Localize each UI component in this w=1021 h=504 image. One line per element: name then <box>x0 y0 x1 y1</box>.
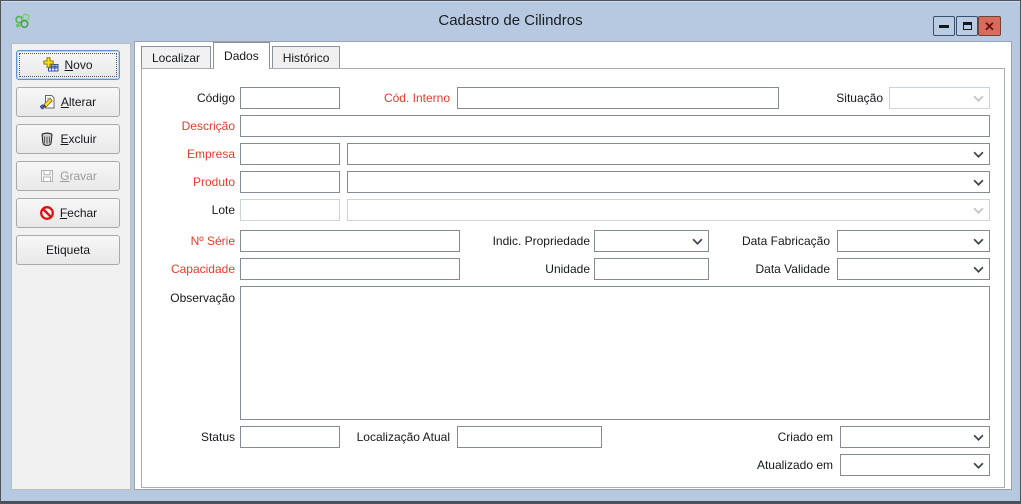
num-serie-input[interactable] <box>240 230 460 252</box>
descricao-input[interactable] <box>240 115 990 137</box>
main-panel: Localizar Dados Histórico Código Cód. In… <box>134 41 1012 490</box>
localizacao-atual-input[interactable] <box>457 426 602 448</box>
new-record-icon <box>43 57 59 73</box>
capacidade-input[interactable] <box>240 258 460 280</box>
situacao-combobox <box>889 87 990 109</box>
capacidade-label: Capacidade <box>142 258 235 280</box>
empresa-code-input[interactable] <box>240 143 340 165</box>
data-validade-combobox[interactable] <box>837 258 990 280</box>
chevron-down-icon <box>973 434 984 441</box>
criado-em-combobox[interactable] <box>840 426 990 448</box>
save-icon <box>39 168 55 184</box>
num-serie-label: Nº Série <box>142 230 235 252</box>
lote-label: Lote <box>142 199 235 221</box>
chevron-down-icon <box>973 266 984 273</box>
button-label: Novo <box>64 58 92 72</box>
descricao-label: Descrição <box>142 115 235 137</box>
observacao-textarea[interactable] <box>240 286 990 420</box>
lote-combobox <box>347 199 990 221</box>
close-button[interactable]: ✕ <box>978 16 1001 36</box>
excluir-button[interactable]: Excluir <box>16 124 120 154</box>
chevron-down-icon <box>973 95 984 102</box>
cancel-icon <box>39 205 55 221</box>
observacao-label: Observação <box>142 287 235 309</box>
window-title: Cadastro de Cilindros <box>1 1 1020 39</box>
tab-dados[interactable]: Dados <box>213 42 270 69</box>
maximize-button[interactable] <box>956 16 978 36</box>
chevron-down-icon <box>973 462 984 469</box>
criado-em-label: Criado em <box>685 426 833 448</box>
minimize-button[interactable] <box>933 16 955 36</box>
data-fabricacao-combobox[interactable] <box>837 230 990 252</box>
indic-propriedade-label: Indic. Propriedade <box>442 230 590 252</box>
edit-icon <box>40 94 56 110</box>
fechar-button[interactable]: Fechar <box>16 198 120 228</box>
cod-interno-input[interactable] <box>457 87 779 109</box>
atualizado-em-combobox[interactable] <box>840 454 990 476</box>
alterar-button[interactable]: Alterar <box>16 87 120 117</box>
chevron-down-icon <box>973 179 984 186</box>
minimize-icon <box>939 25 949 28</box>
codigo-label: Código <box>142 87 235 109</box>
tab-historico[interactable]: Histórico <box>272 46 341 69</box>
cod-interno-label: Cód. Interno <box>302 87 450 109</box>
unidade-label: Unidade <box>442 258 590 280</box>
data-validade-label: Data Validade <box>682 258 830 280</box>
localizacao-atual-label: Localização Atual <box>302 426 450 448</box>
maximize-icon <box>963 22 972 30</box>
trash-icon <box>39 131 55 147</box>
novo-button[interactable]: Novo <box>16 50 120 80</box>
tab-bar: Localizar Dados Histórico <box>141 42 342 69</box>
app-window: Cadastro de Cilindros ✕ Novo <box>0 0 1021 504</box>
empresa-combobox[interactable] <box>347 143 990 165</box>
produto-label: Produto <box>142 171 235 193</box>
atualizado-em-label: Atualizado em <box>685 454 833 476</box>
title-bar[interactable]: Cadastro de Cilindros ✕ <box>1 1 1020 41</box>
chevron-down-icon <box>973 151 984 158</box>
produto-code-input[interactable] <box>240 171 340 193</box>
chevron-down-icon <box>973 238 984 245</box>
close-icon: ✕ <box>984 20 995 33</box>
tab-localizar[interactable]: Localizar <box>141 46 211 69</box>
empresa-label: Empresa <box>142 143 235 165</box>
situacao-label: Situação <box>739 87 883 109</box>
data-fabricacao-label: Data Fabricação <box>682 230 830 252</box>
sidebar: Novo Alterar <box>11 43 131 490</box>
button-label: Excluir <box>60 132 96 146</box>
produto-combobox[interactable] <box>347 171 990 193</box>
lote-code-input <box>240 199 340 221</box>
button-label: Fechar <box>60 206 97 220</box>
button-label: Etiqueta <box>46 243 90 257</box>
button-label: Gravar <box>60 169 97 183</box>
dados-tab-page: Código Cód. Interno Situação Descrição E… <box>141 68 1005 488</box>
etiqueta-button[interactable]: Etiqueta <box>16 235 120 265</box>
button-label: Alterar <box>61 95 96 109</box>
gravar-button: Gravar <box>16 161 120 191</box>
status-label: Status <box>142 426 235 448</box>
chevron-down-icon <box>973 207 984 214</box>
